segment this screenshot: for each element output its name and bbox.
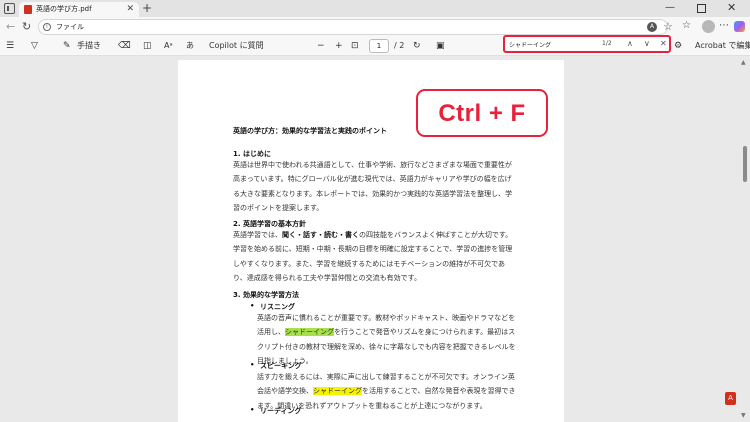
text-run: を行うことで発音やリズムを身につけられます。最初はス <box>334 328 516 337</box>
scroll-thumb[interactable] <box>743 146 747 182</box>
favorite-star-icon[interactable]: ☆ <box>663 20 673 33</box>
read-aloud-button[interactable]: Aᵃ <box>164 40 173 52</box>
section-heading-methods: 3. 効果的な学習方法 <box>233 291 299 299</box>
find-result-count: 1/2 <box>602 40 612 47</box>
find-previous-button[interactable]: ∧ <box>627 38 633 50</box>
pdf-file-icon <box>24 5 32 14</box>
scroll-up-icon[interactable]: ▲ <box>741 59 746 66</box>
rotate-icon[interactable]: ↻ <box>413 40 421 52</box>
eraser-icon[interactable]: ⌫ <box>118 40 131 52</box>
filter-icon[interactable]: ▽ <box>31 40 38 52</box>
pen-icon[interactable]: ✎ <box>63 40 71 52</box>
new-tab-button[interactable]: + <box>142 1 152 15</box>
favorites-icon[interactable]: ☆ <box>682 20 691 32</box>
find-close-button[interactable]: ✕ <box>660 38 667 50</box>
scroll-down-icon[interactable]: ▼ <box>741 412 746 419</box>
minimize-button[interactable]: — <box>665 1 675 15</box>
zoom-out-button[interactable]: − <box>317 40 325 52</box>
tab-strip: 英語の学び方.pdf ✕ + — ✕ <box>0 0 750 17</box>
text-run: 活用し、 <box>257 328 285 337</box>
draw-button[interactable]: 手描き <box>77 40 101 52</box>
text-line: 英語の音声に慣れることが重要です。教材やポッドキャスト、映画やドラマなどを <box>257 314 516 322</box>
tab-pdf[interactable]: 英語の学び方.pdf ✕ <box>19 2 139 17</box>
tab-close-button[interactable]: ✕ <box>126 3 134 15</box>
address-bar[interactable]: i ファイル A ☆ <box>38 19 673 35</box>
text-line: り、達成感を得られる工夫や学習仲間との交流も有効です。 <box>233 273 421 282</box>
find-input[interactable]: シャドーイング <box>509 40 551 49</box>
tab-actions-icon[interactable] <box>4 3 15 14</box>
text-line: しやすくなります。また、学習を継続するためにはモチベーションの維持が不可欠であ <box>233 259 506 268</box>
settings-icon[interactable]: ⚙ <box>674 40 682 52</box>
page-number-input[interactable]: 1 <box>369 39 389 53</box>
text-run: を活用することで、自然な発音や表現を習得でき <box>362 387 516 396</box>
tab-title: 英語の学び方.pdf <box>36 5 92 13</box>
translate-button[interactable]: あ <box>186 40 194 52</box>
speaking-label: スピーキング <box>260 362 302 370</box>
profile-avatar[interactable] <box>702 20 715 33</box>
listening-label: リスニング <box>260 303 295 311</box>
text-line: 話す力を鍛えるには、実際に声に出して練習することが不可欠です。オンライン英 <box>257 373 515 381</box>
find-bar: シャドーイング 1/2 ∧ ∨ ✕ <box>503 35 671 53</box>
back-button[interactable]: ← <box>6 20 15 34</box>
text-run: 会話や語学交換、 <box>257 387 313 396</box>
text-line: 高まっています。特にグローバル化が進む現代では、英語力がキャリアや学びの幅を広げ <box>233 175 512 184</box>
text-line: 英語学習では、聞く・話す・読む・書くの四技能をバランスよく伸ばすことが大切です。 <box>233 228 513 242</box>
text-line: 英語は世界中で使われる共通語として、仕事や学術、旅行などさまざまな場面で重要性が <box>233 161 512 169</box>
text-run: の四技能をバランスよく伸ばすことが大切です。 <box>359 231 513 239</box>
listening-body: 英語の音声に慣れることが重要です。教材やポッドキャスト、映画やドラマなどを 活用… <box>257 311 519 368</box>
maximize-button[interactable] <box>697 4 706 13</box>
list-item-reading: • リーディング <box>250 406 302 416</box>
bullet-icon: • <box>250 302 255 310</box>
text-line: クリプト付きの教材で理解を深め、徐々に字幕なしでも内容を把握できるレベルを <box>257 342 516 351</box>
shortcut-callout: Ctrl + F <box>416 89 548 137</box>
text-line: 会話や語学交換、シャドーイングを活用することで、自然な発音や表現を習得でき <box>257 384 519 398</box>
shortcut-text: Ctrl + F <box>438 100 526 127</box>
section-policy-body: 英語学習では、聞く・話す・読む・書くの四技能をバランスよく伸ばすことが大切です。… <box>233 228 513 285</box>
section-intro-body: 英語は世界中で使われる共通語として、仕事や学術、旅行などさまざまな場面で重要性が… <box>233 158 513 215</box>
four-skills-text: 聞く・話す・読む・書く <box>282 231 359 239</box>
more-menu-icon[interactable]: ⋯ <box>719 20 729 32</box>
copilot-ask-button[interactable]: Copilot に質問 <box>209 40 264 52</box>
read-aloud-icon[interactable]: A <box>647 22 657 32</box>
immersive-reader-icon[interactable]: ▣ <box>436 40 445 52</box>
page-view-icon[interactable]: ◫ <box>143 40 152 52</box>
bullet-icon: • <box>250 361 255 369</box>
navigation-bar: ← ↻ i ファイル A ☆ ☆ ⋯ <box>0 17 750 37</box>
page-total: / 2 <box>394 41 405 50</box>
refresh-button[interactable]: ↻ <box>22 20 31 34</box>
fit-page-icon[interactable]: ⊡ <box>351 40 359 52</box>
copilot-icon[interactable] <box>734 21 745 32</box>
search-highlight: シャドーイング <box>313 387 362 396</box>
acrobat-icon[interactable]: A <box>725 392 736 405</box>
address-text: ファイル <box>56 23 84 31</box>
sidebar-icon[interactable]: ☰ <box>6 40 14 52</box>
scrollbar[interactable] <box>741 56 750 422</box>
text-run: 英語学習では、 <box>233 231 282 239</box>
close-window-button[interactable]: ✕ <box>727 1 736 15</box>
find-next-button[interactable]: ∨ <box>644 38 650 50</box>
text-line: 習のポイントを提案します。 <box>233 203 324 212</box>
text-line: 学習を始める前に、短期・中期・長期の目標を明確に設定することで、学習の進捗を管理 <box>233 245 513 254</box>
bullet-icon: • <box>250 406 255 414</box>
reading-label: リーディング <box>260 407 302 415</box>
zoom-in-button[interactable]: + <box>335 40 343 52</box>
acrobat-edit-button[interactable]: Acrobat で編集 <box>695 40 750 52</box>
document-title: 英語の学び方：効果的な学習法と実践のポイント <box>233 127 387 135</box>
text-line: 活用し、シャドーイングを行うことで発音やリズムを身につけられます。最初はス <box>257 325 519 339</box>
site-info-icon[interactable]: i <box>43 23 51 31</box>
text-line: る大きな要素となります。本レポートでは、効果的かつ実践的な英語学習法を整理し、学 <box>233 189 513 198</box>
search-highlight-current: シャドーイング <box>285 328 334 337</box>
